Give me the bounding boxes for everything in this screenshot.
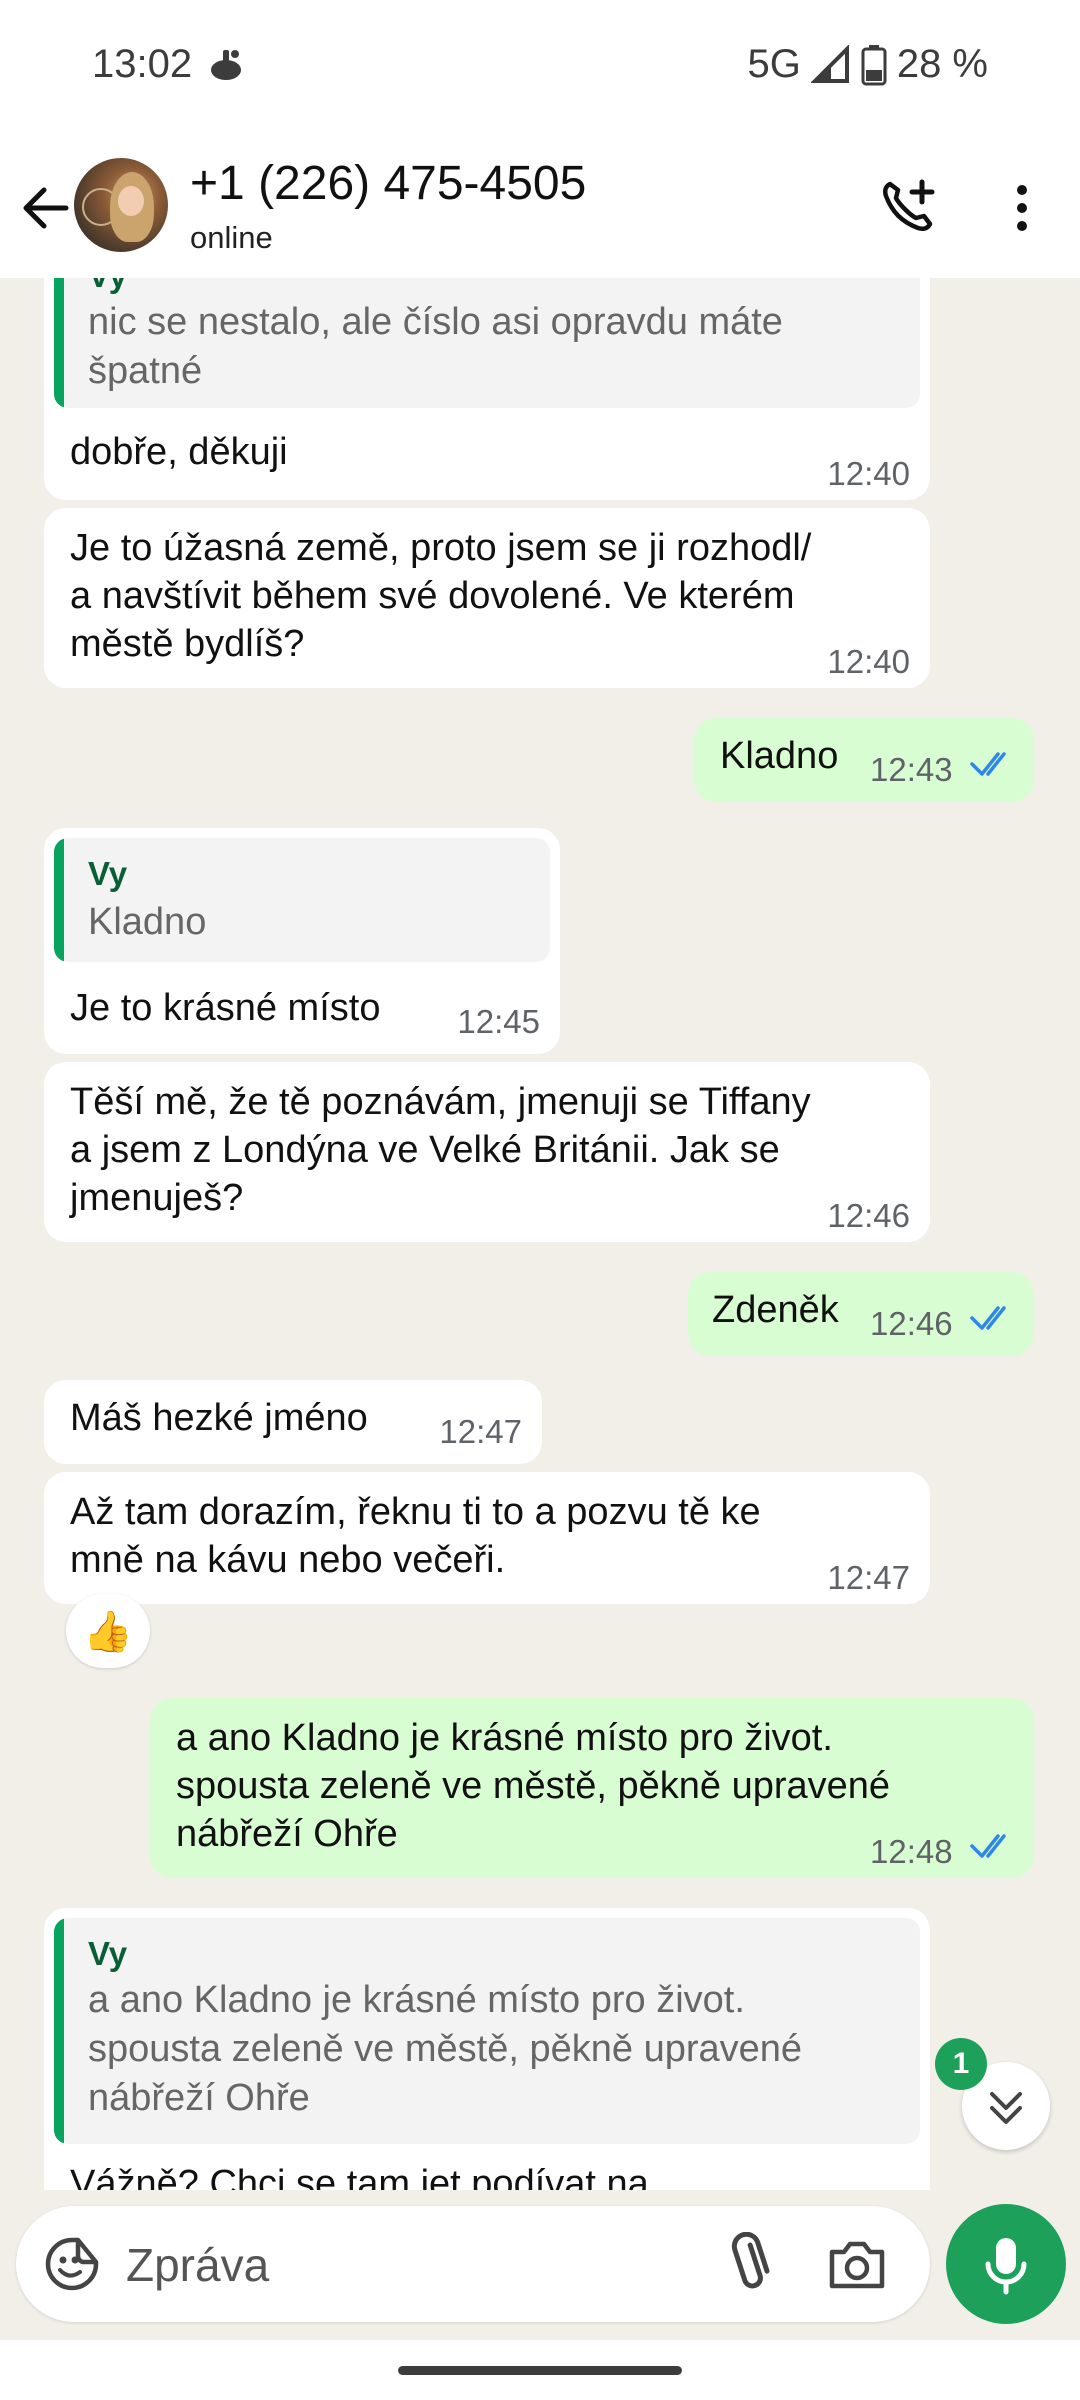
quote-author: Vy <box>88 278 127 300</box>
signal-icon <box>810 44 849 83</box>
quote-text-line: spousta zeleně ve městě, pěkně upravené <box>88 2028 803 2070</box>
message-text: Těší mě, že tě poznávám, jmenuji se Tiff… <box>70 1081 811 1123</box>
message-time: 12:40 <box>827 643 910 680</box>
message-time: 12:48 <box>870 1833 953 1870</box>
message-text: a navštívit během své dovolené. Ve které… <box>70 575 795 617</box>
status-time: 13:02 <box>92 42 193 86</box>
message-composer: Zpráva <box>0 2190 1080 2340</box>
quote-author: Vy <box>88 855 128 892</box>
contact-avatar[interactable] <box>74 158 168 252</box>
message-time: 12:40 <box>827 455 910 492</box>
battery-icon <box>861 44 887 85</box>
message-bubble-incoming[interactable]: Těší mě, že tě poznávám, jmenuji se Tiff… <box>44 1062 930 1242</box>
message-bubble-outgoing[interactable]: Zdeněk 12:46 <box>688 1272 1034 1356</box>
read-ticks-icon <box>970 752 1006 776</box>
message-time: 12:46 <box>870 1305 953 1342</box>
back-arrow-icon[interactable] <box>18 180 74 236</box>
avatar-face <box>118 186 144 216</box>
quote-accent-bar <box>54 1918 64 2144</box>
message-bubble-incoming[interactable]: Vy nic se nestalo, ale číslo asi opravdu… <box>44 278 930 500</box>
message-text: a ano Kladno je krásné místo pro život. <box>176 1717 833 1759</box>
message-text: jmenuješ? <box>70 1177 244 1219</box>
reply-quote[interactable]: Vy Kladno <box>54 838 550 962</box>
message-bubble-incoming[interactable]: Vy Kladno Je to krásné místo 12:45 <box>44 828 560 1054</box>
message-text: Je to krásné místo <box>70 987 381 1029</box>
microphone-icon <box>985 2238 1027 2295</box>
home-gesture-pill[interactable] <box>398 2366 682 2375</box>
message-text: a jsem z Londýna ve Velké Británii. Jak … <box>70 1129 780 1171</box>
more-options-icon[interactable] <box>1004 180 1040 236</box>
quote-text-line: Kladno <box>88 901 207 943</box>
message-text: nábřeží Ohře <box>176 1813 398 1855</box>
message-text: Je to úžasná země, proto jsem se ji rozh… <box>70 527 812 569</box>
status-right: 5G 28 % <box>747 42 988 87</box>
message-bubble-incoming[interactable]: Vy a ano Kladno je krásné místo pro živo… <box>44 1908 930 2190</box>
quote-accent-bar <box>54 838 64 962</box>
message-text: městě bydlíš? <box>70 623 305 665</box>
message-time: 12:47 <box>439 1413 522 1450</box>
message-input[interactable]: Zpráva <box>16 2206 930 2322</box>
system-nav-bar <box>0 2340 1080 2400</box>
reply-quote[interactable]: Vy nic se nestalo, ale číslo asi opravdu… <box>54 278 920 408</box>
message-text: Zdeněk <box>712 1289 839 1331</box>
chat-area[interactable]: Vy nic se nestalo, ale číslo asi opravdu… <box>0 278 1080 2190</box>
message-time: 12:43 <box>870 751 953 788</box>
message-time: 12:45 <box>457 1003 540 1040</box>
message-text: Máš hezké jméno <box>70 1397 368 1439</box>
message-text: Vážně? Chci se tam jet podívat na <box>70 2163 649 2190</box>
quote-text-line: nic se nestalo, ale číslo asi opravdu má… <box>88 301 783 343</box>
unread-count-badge: 1 <box>935 2038 987 2090</box>
notification-icon <box>211 50 241 80</box>
quote-text-line: nábřeží Ohře <box>88 2077 310 2119</box>
quote-text-line: špatné <box>88 350 203 392</box>
camera-icon[interactable] <box>826 2234 888 2294</box>
status-bar: 13:02 5G 28 % <box>0 0 1080 140</box>
message-bubble-incoming[interactable]: Máš hezké jméno 12:47 <box>44 1380 542 1464</box>
message-text: mně na kávu nebo večeři. <box>70 1539 506 1581</box>
message-placeholder: Zpráva <box>126 2239 270 2291</box>
message-text: Kladno <box>720 735 839 777</box>
read-ticks-icon <box>970 1834 1006 1858</box>
quote-text-line: a ano Kladno je krásné místo pro život. <box>88 1979 745 2021</box>
quote-accent-bar <box>54 278 64 408</box>
reaction-thumbs-up[interactable]: 👍 <box>66 1594 150 1668</box>
message-time: 12:47 <box>827 1559 910 1596</box>
message-time: 12:46 <box>827 1197 910 1234</box>
message-text: dobře, děkuji <box>70 431 288 473</box>
add-call-icon[interactable] <box>878 176 938 236</box>
attach-icon[interactable] <box>720 2232 780 2296</box>
read-ticks-icon <box>970 1306 1006 1330</box>
battery-label: 28 % <box>896 42 988 86</box>
contact-name[interactable]: +1 (226) 475-4505 <box>190 156 586 211</box>
reply-quote[interactable]: Vy a ano Kladno je krásné místo pro živo… <box>54 1918 920 2144</box>
quote-author: Vy <box>88 1935 128 1972</box>
sticker-icon[interactable] <box>42 2234 102 2294</box>
message-bubble-outgoing[interactable]: a ano Kladno je krásné místo pro život. … <box>150 1698 1034 1878</box>
message-bubble-outgoing[interactable]: Kladno 12:43 <box>694 718 1034 802</box>
message-bubble-incoming[interactable]: Je to úžasná země, proto jsem se ji rozh… <box>44 508 930 688</box>
message-bubble-incoming[interactable]: Až tam dorazím, řeknu ti to a pozvu tě k… <box>44 1472 930 1604</box>
contact-status: online <box>190 220 273 255</box>
chat-header: +1 (226) 475-4505 online <box>0 140 1080 279</box>
network-label: 5G <box>747 42 801 86</box>
message-text: Až tam dorazím, řeknu ti to a pozvu tě k… <box>70 1491 761 1533</box>
message-text: spousta zeleně ve městě, pěkně upravené <box>176 1765 891 1807</box>
voice-message-button[interactable] <box>946 2204 1066 2324</box>
